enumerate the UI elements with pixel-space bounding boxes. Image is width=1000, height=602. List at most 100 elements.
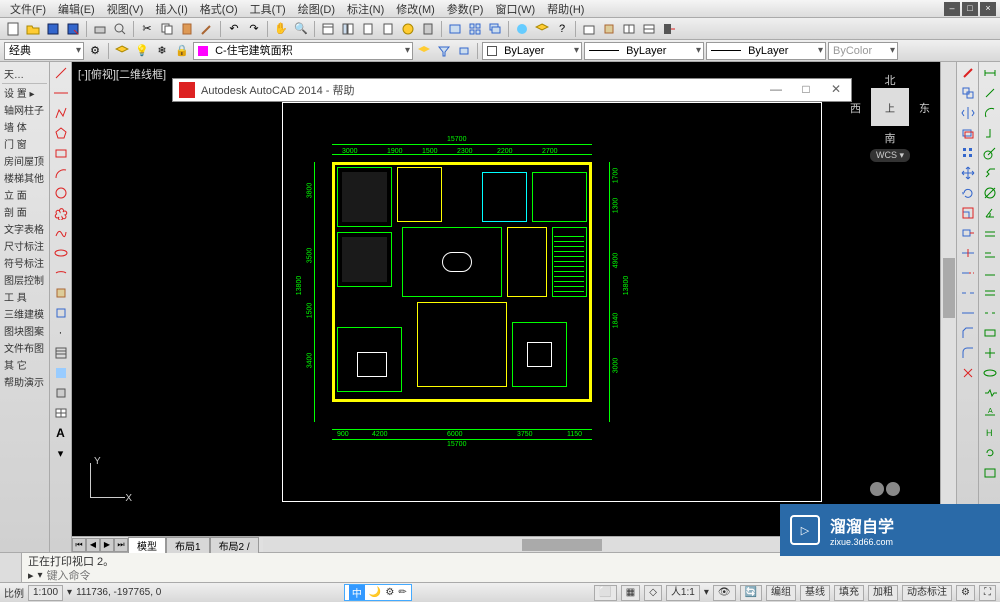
dim-tedit-icon[interactable]: H (981, 424, 999, 442)
anno-auto-button[interactable]: 🔄 (740, 585, 762, 601)
workspace-settings-icon[interactable]: ⚙ (86, 42, 104, 60)
centermark-icon[interactable] (981, 344, 999, 362)
gradient-icon[interactable] (52, 364, 70, 382)
dim-angular-icon[interactable] (981, 204, 999, 222)
preview-icon[interactable] (111, 20, 129, 38)
region-icon[interactable] (52, 384, 70, 402)
match-icon[interactable] (198, 20, 216, 38)
tab-next-button[interactable]: ▶ (100, 538, 114, 552)
sidebar-item-dim[interactable]: 尺寸标注 (2, 237, 47, 254)
help-icon[interactable]: ? (553, 20, 571, 38)
layerstates-icon[interactable] (415, 42, 433, 60)
new-icon[interactable] (4, 20, 22, 38)
command-input[interactable] (47, 570, 994, 582)
addselected-icon[interactable]: ▾ (52, 444, 70, 462)
sidebar-item-wall[interactable]: 墙 体 (2, 118, 47, 135)
erase-icon[interactable] (959, 64, 977, 82)
sidebar-item-section[interactable]: 剖 面 (2, 203, 47, 220)
circle-icon[interactable] (52, 184, 70, 202)
copy-icon[interactable] (158, 20, 176, 38)
hatch-icon[interactable] (52, 344, 70, 362)
sidebar-item-room[interactable]: 房间屋顶 (2, 152, 47, 169)
break-icon[interactable] (959, 284, 977, 302)
status-model-button[interactable]: ⬜ (594, 585, 616, 601)
sidebar-item-tools[interactable]: 工 具 (2, 288, 47, 305)
sidebar-item-3d[interactable]: 三维建模 (2, 305, 47, 322)
anno-vis-button[interactable]: 👁 (713, 585, 736, 601)
dim-update-icon[interactable] (981, 444, 999, 462)
layer-icon[interactable] (533, 20, 551, 38)
menu-modify[interactable]: 修改(M) (390, 1, 441, 17)
fillet-icon[interactable] (959, 344, 977, 362)
zoom-icon[interactable]: 🔍 (292, 20, 310, 38)
ucs-icon[interactable]: Y X (82, 456, 132, 506)
tab-prev-button[interactable]: ◀ (86, 538, 100, 552)
toggle-fill[interactable]: 填充 (834, 585, 864, 601)
scale-icon[interactable] (959, 204, 977, 222)
window-list-icon[interactable] (446, 20, 464, 38)
tolerance-icon[interactable] (981, 324, 999, 342)
layer-combo[interactable]: C-住宅建筑面积 (193, 42, 413, 60)
markup-icon[interactable] (399, 20, 417, 38)
menu-draw[interactable]: 绘图(D) (292, 1, 341, 17)
workspace-combo[interactable]: 经典 (4, 42, 84, 60)
rotate-icon[interactable] (959, 184, 977, 202)
array-icon[interactable] (959, 144, 977, 162)
menu-dimension[interactable]: 标注(N) (341, 1, 390, 17)
redo-icon[interactable]: ↷ (245, 20, 263, 38)
toggle-baseline[interactable]: 基线 (800, 585, 830, 601)
make-block-icon[interactable] (52, 304, 70, 322)
menu-edit[interactable]: 编辑(E) (52, 1, 101, 17)
sidebar-item-elevation[interactable]: 立 面 (2, 186, 47, 203)
layerprops-icon[interactable] (113, 42, 131, 60)
help-close-button[interactable]: ✕ (821, 79, 851, 101)
navbar-icons[interactable] (870, 482, 900, 496)
saveas-icon[interactable] (64, 20, 82, 38)
dimstyle-icon[interactable] (981, 464, 999, 482)
toggle-dyndim[interactable]: 动态标注 (902, 585, 952, 601)
properties-icon[interactable] (319, 20, 337, 38)
sheet-icon[interactable] (379, 20, 397, 38)
status-snap-button[interactable]: ◇ (644, 585, 662, 601)
color-combo[interactable]: ByLayer (482, 42, 582, 60)
tab-last-button[interactable]: ⏭ (114, 538, 128, 552)
inspect-icon[interactable] (981, 364, 999, 382)
line-icon[interactable] (52, 64, 70, 82)
render-icon[interactable] (513, 20, 531, 38)
tab-first-button[interactable]: ⏮ (72, 538, 86, 552)
wcs-dropdown[interactable]: WCS ▾ (870, 149, 910, 162)
layer-bulb-icon[interactable]: 💡 (133, 42, 151, 60)
copy2-icon[interactable] (959, 84, 977, 102)
dim-quick-icon[interactable] (981, 224, 999, 242)
tab-layout2[interactable]: 布局2 / (210, 537, 259, 553)
sidebar-item-layerctrl[interactable]: 图层控制 (2, 271, 47, 288)
designcenter-icon[interactable] (339, 20, 357, 38)
join-icon[interactable] (959, 304, 977, 322)
mtext-icon[interactable]: A (52, 424, 70, 442)
menu-insert[interactable]: 插入(I) (149, 1, 193, 17)
layerfilter-icon[interactable] (435, 42, 453, 60)
window-tile-icon[interactable] (466, 20, 484, 38)
coords-display[interactable]: 111736, -197765, 0 (76, 587, 161, 598)
polygon-icon[interactable] (52, 124, 70, 142)
polyline-icon[interactable] (52, 104, 70, 122)
plot-icon[interactable] (91, 20, 109, 38)
sidebar-item-text[interactable]: 文字表格 (2, 220, 47, 237)
drawing-canvas[interactable]: [-][俯视][二维线框] Autodesk AutoCAD 2014 - 帮助… (72, 62, 940, 536)
revcloud-icon[interactable] (52, 204, 70, 222)
sidebar-item-door[interactable]: 门 窗 (2, 135, 47, 152)
paste-icon[interactable] (178, 20, 196, 38)
minimize-button[interactable]: – (944, 2, 960, 16)
undo-icon[interactable]: ↶ (225, 20, 243, 38)
dim-baseline-icon[interactable] (981, 244, 999, 262)
jog-line-icon[interactable] (981, 384, 999, 402)
sidebar-item-block[interactable]: 图块图案 (2, 322, 47, 339)
sidebar-item-stair[interactable]: 楼梯其他 (2, 169, 47, 186)
help-minimize-button[interactable]: — (761, 79, 791, 101)
menu-tools[interactable]: 工具(T) (244, 1, 292, 17)
toggle-bold[interactable]: 加粗 (868, 585, 898, 601)
help-maximize-button[interactable]: □ (791, 79, 821, 101)
trim-icon[interactable] (959, 244, 977, 262)
vscroll[interactable] (940, 62, 956, 552)
vscroll-thumb[interactable] (943, 258, 955, 318)
